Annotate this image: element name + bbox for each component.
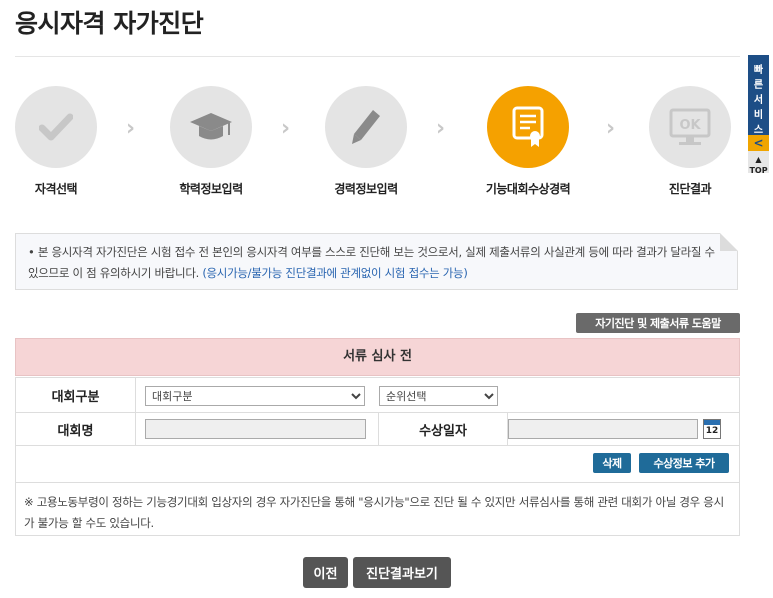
award-form: 대회구분 대회구분 순위선택 대회명 수상일자 12 삭제 수상정보 추가 ※ …: [15, 377, 740, 536]
page-title: 응시자격 자가진단: [15, 9, 204, 38]
certificate-icon: [487, 86, 569, 168]
notice-highlight: (응시가능/불가능 진단결과에 관계없이 시험 접수는 가능): [202, 266, 468, 280]
prev-button[interactable]: 이전: [303, 557, 348, 588]
step-qualification: 자격선택: [0, 86, 131, 197]
quick-service-button[interactable]: 빠른서비스: [748, 55, 769, 136]
competition-type-label: 대회구분: [16, 378, 135, 412]
competition-name-input[interactable]: [145, 419, 366, 439]
check-icon: [15, 86, 97, 168]
cell-divider: [135, 413, 136, 445]
title-divider: [15, 56, 740, 57]
svg-text:OK: OK: [679, 118, 701, 133]
step-label: 경력정보입력: [334, 182, 398, 196]
delete-button[interactable]: 삭제: [593, 453, 631, 473]
add-award-button[interactable]: 수상정보 추가: [639, 453, 729, 473]
quick-service-bar: 빠른서비스 < ▲ TOP: [748, 55, 769, 175]
step-label: 진단결과: [668, 182, 712, 196]
award-date-input[interactable]: [508, 419, 698, 439]
calendar-icon[interactable]: 12: [703, 419, 721, 439]
step-label: 학력정보입력: [179, 182, 243, 196]
competition-name-label: 대회명: [16, 413, 135, 445]
chevron-right-icon: ›: [436, 116, 446, 141]
scroll-top-button[interactable]: ▲ TOP: [748, 151, 769, 175]
top-label: TOP: [749, 166, 768, 175]
pencil-icon: [325, 86, 407, 168]
form-row-competition-name: 대회명 수상일자 12: [16, 413, 739, 446]
page-fold-icon: [720, 233, 738, 251]
review-status-bar: 서류 심사 전: [15, 338, 740, 376]
chevron-right-icon: ›: [126, 116, 136, 141]
step-education: 학력정보입력: [136, 86, 286, 197]
step-diagnosis-result: OK 진단결과: [615, 86, 765, 197]
notice-box: • 본 응시자격 자가진단은 시험 접수 전 본인의 응시자격 여부를 스스로 …: [15, 233, 738, 290]
view-result-button[interactable]: 진단결과보기: [353, 557, 451, 588]
form-note: ※ 고용노동부령이 정하는 기능경기대회 입상자의 경우 자가진단을 통해 "응…: [24, 495, 724, 530]
quick-service-label: 빠른서비스: [753, 65, 764, 136]
step-label: 기능대회수상경력: [485, 182, 571, 196]
graduation-cap-icon: [170, 86, 252, 168]
notice-bullet: •: [28, 245, 35, 259]
form-row-competition-type: 대회구분 대회구분 순위선택: [16, 378, 739, 413]
cell-divider: [135, 378, 136, 412]
chevron-right-icon: ›: [606, 116, 616, 141]
form-row-note: ※ 고용노동부령이 정하는 기능경기대회 입상자의 경우 자가진단을 통해 "응…: [16, 483, 739, 535]
award-date-label: 수상일자: [379, 413, 507, 445]
step-career: 경력정보입력: [291, 86, 441, 197]
rank-select[interactable]: 순위선택: [379, 386, 498, 406]
progress-steps: 자격선택 › 학력정보입력 › 경력정보입력 › 기능대회수상경력 › OK 진…: [0, 86, 773, 201]
quick-bar-toggle[interactable]: <: [748, 135, 769, 151]
step-label: 자격선택: [34, 182, 78, 196]
form-row-actions: 삭제 수상정보 추가: [16, 446, 739, 483]
competition-type-select[interactable]: 대회구분: [145, 386, 365, 406]
chevron-right-icon: ›: [281, 116, 291, 141]
help-button[interactable]: 자기진단 및 제출서류 도움말: [576, 313, 740, 333]
ok-monitor-icon: OK: [649, 86, 731, 168]
step-competition-award: 기능대회수상경력: [453, 86, 603, 197]
